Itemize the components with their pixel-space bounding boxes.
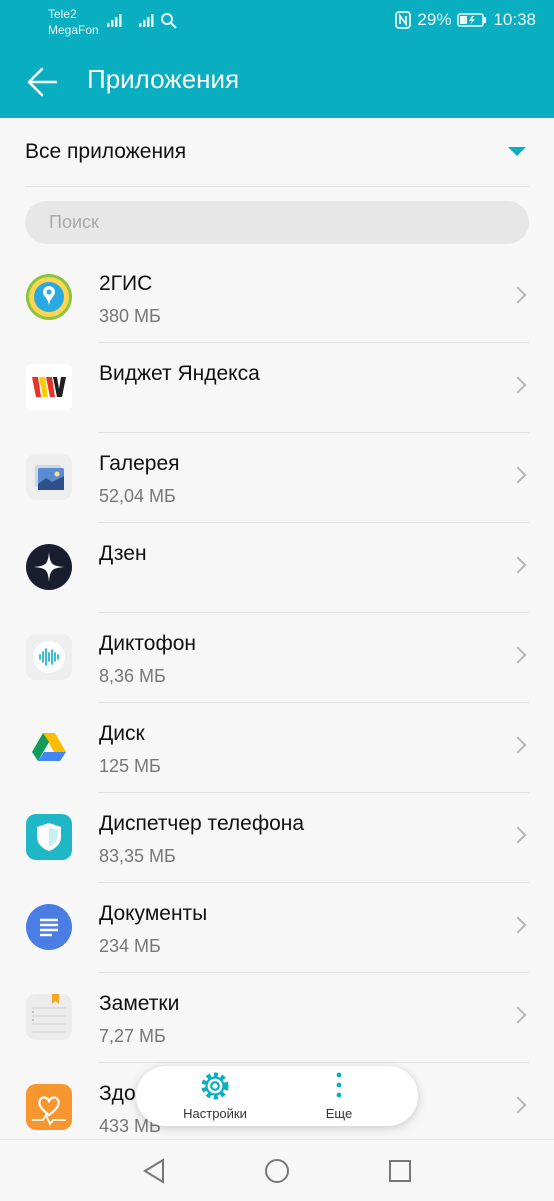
more-label: Еще <box>325 1106 353 1121</box>
app-size: 52,04 МБ <box>99 486 176 506</box>
health-icon <box>26 1084 72 1130</box>
app-list: 2ГИС 380 МБ Виджет Яндекса Галерея 52,04… <box>0 253 554 1153</box>
chevron-right-icon <box>509 466 527 484</box>
list-item[interactable]: Заметки 7,27 МБ <box>0 973 554 1063</box>
status-bar: Tele2 MegaFon 29% 10:38 <box>0 0 554 44</box>
app-name: Диспетчер телефона <box>99 812 305 835</box>
settings-button[interactable]: Настройки <box>155 1066 275 1126</box>
battery-icon <box>457 13 487 27</box>
list-item[interactable]: 2ГИС 380 МБ <box>0 253 554 343</box>
app-name: Дзен <box>99 542 147 565</box>
nav-recents-icon[interactable] <box>388 1159 412 1183</box>
chevron-right-icon <box>509 1006 527 1024</box>
bottom-action-menu: Настройки Еще <box>136 1066 418 1126</box>
carrier-1: Tele2 <box>48 7 77 21</box>
search-input[interactable]: Поиск <box>25 201 529 244</box>
more-vertical-icon <box>336 1072 342 1098</box>
notes-icon <box>26 994 72 1040</box>
chevron-right-icon <box>509 646 527 664</box>
list-item[interactable]: Виджет Яндекса <box>0 343 554 433</box>
gear-icon <box>201 1072 229 1100</box>
app-size: 8,36 МБ <box>99 666 166 686</box>
2gis-icon <box>26 274 72 320</box>
app-name: Диск <box>99 722 145 745</box>
list-item[interactable]: Диск 125 МБ <box>0 703 554 793</box>
app-filter-dropdown[interactable]: Все приложения <box>0 118 554 186</box>
more-button[interactable]: Еще <box>279 1066 399 1126</box>
signal-icon-2 <box>139 14 154 27</box>
filter-label: Все приложения <box>25 140 187 163</box>
nav-back-icon[interactable] <box>142 1158 166 1184</box>
back-arrow-icon[interactable] <box>26 66 58 98</box>
app-name: Виджет Яндекса <box>99 362 260 385</box>
chevron-right-icon <box>509 556 527 574</box>
page-title: Приложения <box>87 64 240 94</box>
clock: 10:38 <box>493 10 536 29</box>
search-placeholder: Поиск <box>49 212 99 232</box>
chevron-right-icon <box>509 916 527 934</box>
app-name: Заметки <box>99 992 180 1015</box>
carrier-2: MegaFon <box>48 23 99 37</box>
list-item[interactable]: Дзен <box>0 523 554 613</box>
chevron-right-icon <box>509 1096 527 1114</box>
search-status-icon <box>161 13 177 29</box>
list-item[interactable]: Документы 234 МБ <box>0 883 554 973</box>
list-item[interactable]: Галерея 52,04 МБ <box>0 433 554 523</box>
yandex-widget-icon <box>26 364 72 410</box>
dropdown-caret-icon <box>508 147 526 156</box>
docs-icon <box>26 904 72 950</box>
nav-home-icon[interactable] <box>264 1158 290 1184</box>
recorder-icon <box>26 634 72 680</box>
app-name: Документы <box>99 902 208 925</box>
gallery-icon <box>26 454 72 500</box>
chevron-right-icon <box>509 826 527 844</box>
app-size: 380 МБ <box>99 306 161 326</box>
chevron-right-icon <box>509 376 527 394</box>
battery-percent: 29% <box>417 10 452 29</box>
list-item[interactable]: Диспетчер телефона 83,35 МБ <box>0 793 554 883</box>
carriers: Tele2 MegaFon <box>48 6 99 38</box>
app-size: 234 МБ <box>99 936 161 956</box>
nfc-icon <box>395 11 412 29</box>
status-right: 29% 10:38 <box>395 10 536 30</box>
chevron-right-icon <box>509 286 527 304</box>
app-name: Диктофон <box>99 632 196 655</box>
settings-label: Настройки <box>183 1106 247 1121</box>
app-size: 83,35 МБ <box>99 846 176 866</box>
system-nav-bar <box>0 1139 554 1201</box>
app-name: 2ГИС <box>99 272 153 295</box>
divider <box>25 186 529 187</box>
google-drive-icon <box>32 733 66 761</box>
zen-icon <box>26 544 72 590</box>
app-name: Галерея <box>99 452 180 475</box>
app-size: 7,27 МБ <box>99 1026 166 1046</box>
list-item[interactable]: Диктофон 8,36 МБ <box>0 613 554 703</box>
signal-icon <box>107 14 122 27</box>
phone-manager-icon <box>26 814 72 860</box>
app-bar: Приложения <box>0 44 554 118</box>
app-size: 125 МБ <box>99 756 161 776</box>
chevron-right-icon <box>509 736 527 754</box>
